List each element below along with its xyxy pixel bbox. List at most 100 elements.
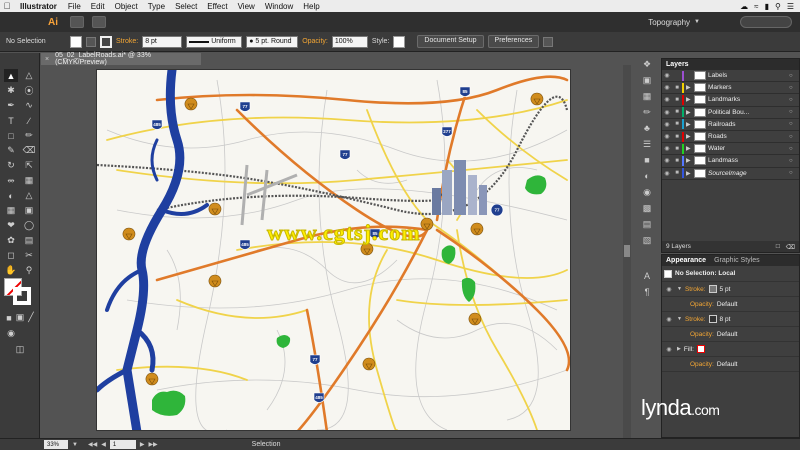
expand-arrow-icon[interactable]: ▶ bbox=[686, 96, 694, 103]
appearance-value[interactable]: 8 pt bbox=[720, 316, 731, 323]
new-layer-icon[interactable]: □ bbox=[776, 243, 780, 250]
transparency-panel-icon[interactable]: ◐ bbox=[640, 170, 654, 182]
visibility-eye-icon[interactable]: ◉ bbox=[664, 316, 674, 323]
appearance-row-opacity[interactable]: Opacity: Default bbox=[662, 357, 799, 372]
gradient-panel-icon[interactable]: ■ bbox=[640, 154, 654, 166]
expand-arrow-icon[interactable]: ▶ bbox=[686, 84, 694, 91]
pathfinder-panel-icon[interactable]: ▧ bbox=[640, 234, 654, 246]
color-guide-icon[interactable]: ▣ bbox=[640, 74, 654, 86]
stroke-swatch-icon[interactable] bbox=[708, 315, 717, 323]
zoom-level-field[interactable]: 33% bbox=[44, 440, 68, 449]
blend-tool-icon[interactable]: ◯ bbox=[22, 219, 36, 232]
tab-appearance[interactable]: Appearance bbox=[662, 257, 710, 264]
target-circle-icon[interactable]: ○ bbox=[789, 134, 799, 140]
appearance-label[interactable]: Opacity: bbox=[690, 361, 714, 368]
layer-row[interactable]: ◉ ■ ▶ Landmarks ○ bbox=[662, 94, 799, 107]
lock-icon[interactable]: ■ bbox=[672, 146, 682, 152]
stroke-weight-field[interactable]: 8 pt bbox=[142, 35, 183, 48]
appearance-row-opacity[interactable]: Opacity: Default bbox=[662, 297, 799, 312]
visibility-eye-icon[interactable]: ◉ bbox=[662, 133, 672, 140]
layer-name[interactable]: SourceImage bbox=[708, 170, 789, 177]
target-circle-icon[interactable]: ○ bbox=[789, 170, 799, 176]
graphic-style-swatch[interactable] bbox=[393, 35, 406, 48]
lasso-tool-icon[interactable]: ⦿ bbox=[22, 84, 36, 97]
visibility-eye-icon[interactable]: ◉ bbox=[662, 72, 672, 79]
layer-name[interactable]: Landmass bbox=[708, 157, 789, 164]
visibility-eye-icon[interactable]: ◉ bbox=[662, 96, 672, 103]
appearance-value[interactable]: Default bbox=[717, 301, 738, 308]
line-tool-icon[interactable]: ∕ bbox=[22, 114, 36, 127]
layer-row[interactable]: ◉ ■ ▶ SourceImage ○ bbox=[662, 168, 799, 180]
target-circle-icon[interactable]: ○ bbox=[789, 109, 799, 115]
visibility-eye-icon[interactable]: ◉ bbox=[664, 346, 674, 353]
wifi-icon[interactable]: ≈ bbox=[754, 2, 758, 11]
symbol-sprayer-tool-icon[interactable]: ✿ bbox=[4, 234, 18, 247]
previous-artboard-icon[interactable]: ◀ bbox=[101, 441, 106, 448]
target-circle-icon[interactable]: ○ bbox=[789, 85, 799, 91]
lock-icon[interactable]: ■ bbox=[672, 97, 682, 103]
layer-row[interactable]: ◉ ■ ▶ Water ○ bbox=[662, 143, 799, 156]
eyedropper-tool-icon[interactable]: ❤ bbox=[4, 219, 18, 232]
appearance-panel-icon[interactable]: ◉ bbox=[640, 186, 654, 198]
symbols-panel-icon[interactable]: ♣ bbox=[640, 122, 654, 134]
tab-layers[interactable]: Layers bbox=[662, 61, 693, 68]
pen-tool-icon[interactable]: ✒ bbox=[4, 99, 18, 112]
visibility-eye-icon[interactable]: ◉ bbox=[662, 121, 672, 128]
artboard-tool-icon[interactable]: ◻ bbox=[4, 249, 18, 262]
rotate-tool-icon[interactable]: ↻ bbox=[4, 159, 18, 172]
layer-row[interactable]: ◉ ■ ▶ Roads ○ bbox=[662, 131, 799, 144]
menu-help[interactable]: Help bbox=[298, 2, 324, 11]
gradient-tool-icon[interactable]: ▣ bbox=[22, 204, 36, 217]
expand-arrow-icon[interactable]: ▶ bbox=[686, 121, 694, 128]
help-search-input[interactable] bbox=[740, 16, 792, 28]
current-tool-status[interactable]: Selection bbox=[252, 441, 281, 448]
lock-icon[interactable]: ■ bbox=[672, 170, 682, 176]
appearance-row-stroke[interactable]: ◉ ▼ Stroke: 8 pt bbox=[662, 312, 799, 327]
fill-color-swatch[interactable] bbox=[70, 35, 82, 48]
pencil-tool-icon[interactable]: ✎ bbox=[4, 144, 18, 157]
appearance-label[interactable]: Stroke: bbox=[685, 286, 706, 293]
arrange-documents-button[interactable] bbox=[92, 16, 106, 28]
expand-arrow-icon[interactable]: ▶ bbox=[686, 170, 694, 177]
width-tool-icon[interactable]: ⥈ bbox=[4, 174, 18, 187]
target-circle-icon[interactable]: ○ bbox=[789, 97, 799, 103]
lock-icon[interactable]: ■ bbox=[672, 134, 682, 140]
screen-mode-icon[interactable]: ◫ bbox=[13, 343, 27, 356]
layer-row[interactable]: ◉ ■ ▶ Markers ○ bbox=[662, 82, 799, 95]
stroke-panel-icon[interactable]: ☰ bbox=[640, 138, 654, 150]
appearance-row-fill[interactable]: ◉ ▶ Fill: bbox=[662, 342, 799, 357]
visibility-eye-icon[interactable]: ◉ bbox=[662, 109, 672, 116]
menu-file[interactable]: File bbox=[63, 2, 86, 11]
stroke-label[interactable]: Stroke: bbox=[116, 38, 138, 45]
expand-arrow-icon[interactable]: ▶ bbox=[686, 157, 694, 164]
appearance-row-stroke[interactable]: ◉ ▼ Stroke: 5 pt bbox=[662, 282, 799, 297]
target-circle-icon[interactable]: ○ bbox=[789, 73, 799, 79]
lock-icon[interactable]: ■ bbox=[672, 158, 682, 164]
zoom-tool-icon[interactable]: ⚲ bbox=[22, 264, 36, 277]
align-panel-icon[interactable]: ▤ bbox=[640, 218, 654, 230]
type-tool-icon[interactable]: T bbox=[4, 114, 18, 127]
appearance-value[interactable]: Default bbox=[717, 331, 738, 338]
first-artboard-icon[interactable]: ◀◀ bbox=[88, 441, 97, 448]
disclosure-arrow-icon[interactable]: ▼ bbox=[677, 316, 682, 322]
shape-builder-tool-icon[interactable]: ◐ bbox=[4, 189, 18, 202]
opacity-label[interactable]: Opacity: bbox=[302, 38, 328, 45]
expand-arrow-icon[interactable]: ▶ bbox=[686, 145, 694, 152]
mesh-tool-icon[interactable]: ▦ bbox=[4, 204, 18, 217]
appearance-label[interactable]: Stroke: bbox=[685, 316, 706, 323]
visibility-eye-icon[interactable]: ◉ bbox=[662, 145, 672, 152]
free-transform-tool-icon[interactable]: ▦ bbox=[22, 174, 36, 187]
none-mode-icon[interactable]: ╱ bbox=[24, 311, 38, 324]
rectangle-tool-icon[interactable]: □ bbox=[4, 129, 18, 142]
layer-name[interactable]: Roads bbox=[708, 133, 789, 140]
stroke-color-swatch[interactable] bbox=[100, 35, 112, 48]
battery-icon[interactable]: ▮ bbox=[765, 2, 769, 11]
vertical-scrollbar[interactable] bbox=[623, 65, 631, 438]
appearance-label[interactable]: Opacity: bbox=[690, 331, 714, 338]
layer-name[interactable]: Railroads bbox=[708, 121, 789, 128]
align-options-icon[interactable] bbox=[543, 36, 554, 47]
disclosure-arrow-icon[interactable]: ▶ bbox=[677, 346, 681, 352]
visibility-eye-icon[interactable]: ◉ bbox=[662, 84, 672, 91]
visibility-eye-icon[interactable]: ◉ bbox=[662, 170, 672, 177]
menu-effect[interactable]: Effect bbox=[202, 2, 232, 11]
